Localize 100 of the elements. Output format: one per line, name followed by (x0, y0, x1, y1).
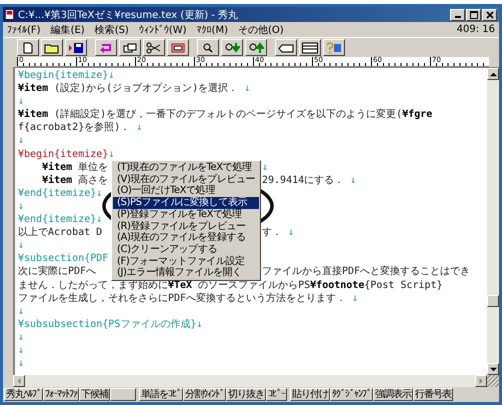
body-text: 29.9414にする． (262, 174, 346, 186)
body-text: 次に実際にPDFへ (18, 266, 96, 278)
menu-item[interactable]: (O)一回だけTeXで処理 (113, 185, 260, 198)
body-text: 以上でAcrobat D (18, 227, 102, 238)
macro-text: ¥item (41, 162, 72, 173)
menu-item[interactable]: (V)現在のファイルをプレビュー (113, 174, 260, 186)
menu-item[interactable]: (J)エラー情報ファイルを開く (113, 267, 260, 280)
command-text: ¥subsection{PDF (18, 253, 108, 264)
return-mark: ↓ (108, 70, 114, 81)
menu-item[interactable]: (A)現在のファイルを登録する (113, 232, 260, 244)
menu-item[interactable]: ﾏｸﾛ(M) (196, 24, 228, 36)
function-key-button[interactable]: 単語をｺﾋﾟ (139, 388, 183, 401)
maximize-icon (470, 10, 478, 18)
menu-item[interactable]: (R)登録ファイルをプレビュー (113, 220, 260, 232)
body-text: (設定)から(ジョブオプション)を選択． (53, 83, 240, 94)
up-arrow-icon (490, 70, 496, 78)
scroll-up-button[interactable] (487, 68, 499, 80)
macro-text: ¥item (18, 109, 48, 120)
body-text: 高さを (77, 174, 108, 186)
close-button[interactable] (482, 8, 497, 20)
paste-button[interactable] (167, 39, 189, 56)
function-key-button[interactable]: 行番号表 (413, 388, 453, 401)
down-arrow-icon (490, 366, 496, 372)
search-down-button[interactable] (221, 39, 243, 56)
return-mark: ↓ (350, 174, 356, 186)
macro-text: ¥TeX (168, 280, 192, 290)
search-down-icon (224, 42, 240, 54)
scroll-right-button[interactable] (475, 375, 487, 387)
window-icon (122, 42, 138, 54)
return-mark: ↓ (18, 332, 24, 343)
scroll-left-button[interactable] (13, 375, 25, 387)
split-window-icon (302, 42, 318, 54)
menu-item[interactable]: ｳｨﾝﾄﾞｳ(W) (138, 24, 187, 36)
body-text: 単位を (77, 162, 108, 173)
menu-item[interactable]: (S)PSファイルに変換して表示 (113, 197, 260, 209)
macro-text: ¥fgre (402, 109, 432, 120)
function-key-button[interactable]: ﾀｸﾞｼﾞｬﾝﾌﾟ (330, 388, 373, 401)
text-editor[interactable] (15, 68, 487, 375)
maximize-button[interactable] (466, 8, 481, 20)
minimize-icon (454, 16, 460, 18)
menu-item[interactable]: 編集(E) (50, 22, 85, 36)
body-text: ファイルを生成し，それをさらにPDFへ変換するという方法をとります． (18, 292, 348, 304)
return-mark: ↓ (18, 200, 24, 212)
command-text: ¥begin{itemize} (18, 70, 108, 81)
window-title: C:¥...¥第3回TeXゼミ¥resume.tex (更新) - 秀丸 (18, 8, 240, 22)
body-text: のソースファイルからPS (197, 280, 310, 290)
function-key-button[interactable]: 下候補 (79, 388, 110, 401)
save-icon (68, 42, 84, 54)
function-key-button[interactable]: 強調表示 (373, 388, 413, 401)
tag-icon (278, 42, 294, 54)
return-mark: ↓ (18, 135, 24, 146)
app-icon (5, 9, 14, 20)
save-button[interactable] (65, 39, 87, 56)
folder-button[interactable] (41, 39, 63, 56)
left-arrow-icon (16, 378, 22, 384)
horizontal-scrollbar[interactable] (13, 375, 499, 387)
return-mark: ↓ (18, 344, 24, 356)
search-up-button[interactable] (245, 39, 267, 56)
return-mark: ↓ (18, 358, 24, 370)
window-button[interactable] (119, 39, 141, 56)
function-key-button[interactable]: 切り抜き (226, 388, 266, 401)
function-key-button[interactable]: 秀丸ﾍﾙﾌﾟ (4, 388, 43, 401)
help-button[interactable] (323, 39, 345, 56)
menu-item[interactable]: (T)現在のファイルをTeXで処理 (113, 162, 260, 174)
resize-grip[interactable] (487, 375, 499, 387)
folder-icon (44, 42, 60, 54)
return-mark: ↓ (196, 318, 202, 330)
return-mark: ↓ (96, 188, 102, 199)
command-text: ¥subsubsection{PSファイルの作成} (18, 318, 196, 330)
return-mark: ↓ (18, 240, 24, 252)
function-key-button[interactable]: ﾌｫｰﾏｯﾄﾌｧ (43, 388, 79, 401)
menu-item[interactable]: ﾌｧｲﾙ(F) (7, 24, 41, 36)
cursor-position: 409: 16 (456, 24, 495, 35)
split-window-button[interactable] (299, 39, 321, 56)
menu-item[interactable]: 検索(S) (94, 22, 129, 36)
tag-button[interactable] (275, 39, 297, 56)
new-file-button[interactable] (17, 39, 39, 56)
blank-function-key[interactable] (110, 388, 136, 401)
undo-button[interactable] (95, 39, 117, 56)
function-key-button[interactable]: ｺﾋﾟｰ (266, 388, 287, 401)
help-icon (326, 42, 342, 54)
menu-item[interactable]: その他(O) (238, 22, 284, 36)
vertical-scrollbar[interactable] (487, 68, 499, 375)
search-button[interactable] (197, 39, 219, 56)
undo-icon (98, 42, 114, 54)
scroll-down-button[interactable] (487, 363, 499, 375)
cut-button[interactable] (143, 39, 165, 56)
menu-item[interactable]: (C)クリーンアップする (113, 244, 260, 256)
function-key-button[interactable]: 分割ｳｨﾝﾄﾞ (183, 388, 226, 401)
paste-icon (170, 42, 186, 54)
search-up-icon (248, 42, 264, 54)
body-text: す． (262, 227, 283, 238)
scroll-thumb[interactable] (487, 295, 499, 307)
command-text: ¥end{itemize} (18, 214, 96, 226)
return-mark: ↓ (18, 96, 24, 108)
minimize-button[interactable] (450, 8, 465, 20)
menu-item[interactable]: (P)登録ファイルをTeXで処理 (113, 208, 260, 221)
menu-item[interactable]: (F)フォーマットファイル設定 (113, 256, 260, 268)
function-key-button[interactable]: 貼り付け (290, 388, 330, 401)
command-text: ¥begin{itemize} (18, 148, 108, 160)
